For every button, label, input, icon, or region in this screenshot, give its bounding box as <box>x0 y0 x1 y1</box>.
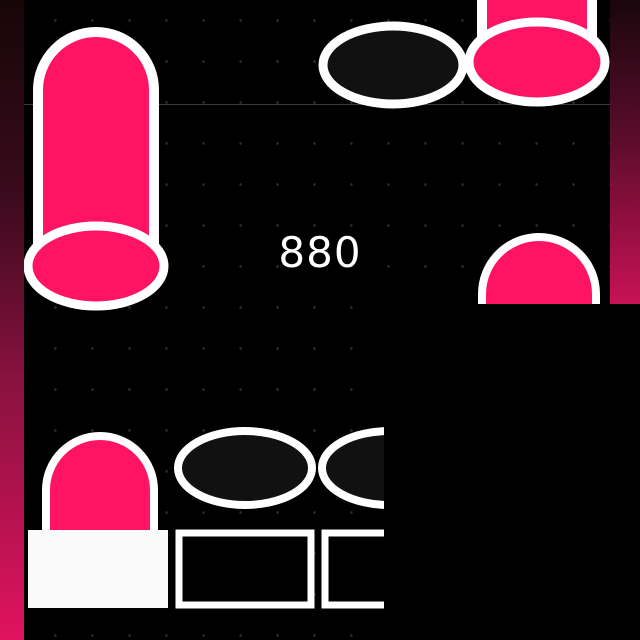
black-tap-note-top[interactable] <box>317 20 469 110</box>
pink-long-note-top-right[interactable] <box>462 0 612 112</box>
black-tap-note-bottom-1[interactable] <box>172 426 320 510</box>
occluded-region <box>384 304 640 640</box>
score-display: 880 <box>278 228 362 277</box>
hit-pad-2[interactable] <box>174 528 318 610</box>
hit-pad-1-pressed[interactable] <box>26 528 170 610</box>
game-stage[interactable]: 880 <box>0 0 640 640</box>
left-edge-gradient <box>0 0 24 640</box>
pink-long-note-bottom-left[interactable] <box>34 432 166 536</box>
